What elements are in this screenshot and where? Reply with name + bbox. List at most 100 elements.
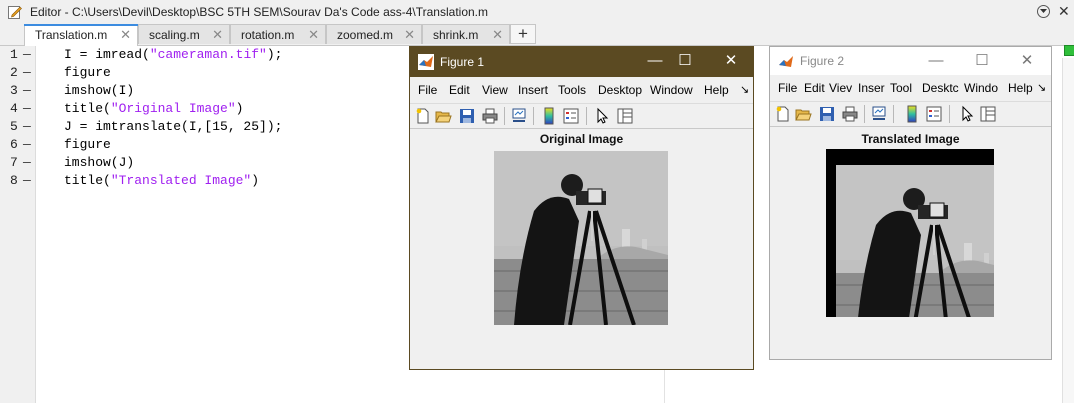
menu-desktop[interactable]: Desktc bbox=[922, 81, 959, 95]
code-analyzer-status-icon[interactable] bbox=[1064, 45, 1074, 56]
tab-scaling[interactable]: scaling.m ✕ bbox=[138, 24, 230, 44]
breakpoint-marker[interactable]: — bbox=[23, 137, 31, 152]
property-inspector-icon[interactable] bbox=[616, 107, 634, 125]
new-figure-icon[interactable] bbox=[774, 105, 792, 123]
maximize-button[interactable]: ☐ bbox=[964, 47, 1000, 75]
menu-view[interactable]: View bbox=[482, 83, 508, 97]
figure-2-title: Figure 2 bbox=[800, 54, 845, 68]
close-button[interactable]: ✕ bbox=[1009, 47, 1045, 75]
figure-2-window[interactable]: Figure 2 — ☐ ✕ File Edit Viev Inser Tool… bbox=[769, 46, 1052, 360]
close-button[interactable]: ✕ bbox=[713, 47, 749, 75]
editor-title: Editor - C:\Users\Devil\Desktop\BSC 5TH … bbox=[30, 5, 488, 19]
translated-image[interactable] bbox=[826, 149, 994, 317]
code-token: figure bbox=[64, 137, 111, 152]
menu-insert[interactable]: Inser bbox=[858, 81, 885, 95]
tab-label: rotation.m bbox=[241, 28, 295, 42]
code-token: ); bbox=[266, 47, 283, 62]
menu-help[interactable]: Help bbox=[1008, 81, 1033, 95]
toolbar-separator bbox=[893, 105, 894, 123]
legend-icon[interactable] bbox=[925, 105, 943, 123]
breakpoint-marker[interactable]: — bbox=[23, 47, 31, 62]
tab-translation[interactable]: Translation.m ✕ bbox=[24, 24, 138, 46]
pointer-icon[interactable] bbox=[593, 107, 611, 125]
figure-1-titlebar[interactable]: Figure 1 — ☐ ✕ bbox=[410, 47, 753, 77]
code-token: title( bbox=[64, 173, 111, 188]
menu-help[interactable]: Help bbox=[704, 83, 729, 97]
toolbar-separator bbox=[533, 107, 534, 125]
link-plot-icon[interactable] bbox=[510, 107, 528, 125]
breakpoint-marker[interactable]: — bbox=[23, 101, 31, 116]
tab-close-icon[interactable]: ✕ bbox=[404, 27, 415, 43]
menu-overflow-icon[interactable]: ↘ bbox=[740, 83, 749, 96]
breakpoint-marker[interactable]: — bbox=[23, 65, 31, 80]
code-token: ) bbox=[251, 173, 260, 188]
code-token: J = imtranslate(I,[15, 25]); bbox=[64, 119, 283, 134]
menu-overflow-icon[interactable]: ↘ bbox=[1037, 81, 1046, 94]
menu-view[interactable]: Viev bbox=[829, 81, 852, 95]
tab-close-icon[interactable]: ✕ bbox=[120, 27, 131, 43]
colorbar-icon[interactable] bbox=[903, 105, 921, 123]
tab-close-icon[interactable]: ✕ bbox=[212, 27, 223, 43]
colorbar-icon[interactable] bbox=[540, 107, 558, 125]
menu-window[interactable]: Window bbox=[650, 83, 693, 97]
menu-file[interactable]: File bbox=[778, 81, 797, 95]
string-literal: "Original Image" bbox=[110, 101, 236, 116]
toolbar-separator bbox=[504, 107, 505, 125]
print-icon[interactable] bbox=[841, 105, 859, 123]
code-text: title("Translated Image") bbox=[64, 173, 259, 188]
code-text: I = imread("cameraman.tif"); bbox=[64, 47, 282, 62]
print-icon[interactable] bbox=[481, 107, 499, 125]
link-plot-icon[interactable] bbox=[870, 105, 888, 123]
figure-2-titlebar[interactable]: Figure 2 — ☐ ✕ bbox=[770, 47, 1051, 75]
matlab-logo-icon bbox=[418, 54, 434, 70]
figure-1-plot-area[interactable]: Original Image bbox=[410, 129, 753, 369]
open-file-icon[interactable] bbox=[794, 105, 812, 123]
tab-shrink[interactable]: shrink.m ✕ bbox=[422, 24, 510, 44]
matlab-logo-icon bbox=[778, 54, 794, 70]
new-figure-icon[interactable] bbox=[414, 107, 432, 125]
line-number: 8 bbox=[10, 173, 18, 188]
figure-1-toolbar bbox=[410, 103, 753, 129]
menu-tools[interactable]: Tool bbox=[890, 81, 912, 95]
code-token: I = imread( bbox=[64, 47, 150, 62]
original-image[interactable] bbox=[494, 151, 668, 325]
minimize-button[interactable]: — bbox=[918, 47, 954, 75]
menu-tools[interactable]: Tools bbox=[558, 83, 586, 97]
line-number: 1 bbox=[10, 47, 18, 62]
maximize-button[interactable]: ☐ bbox=[667, 47, 703, 75]
toolbar-separator bbox=[864, 105, 865, 123]
editor-close-button[interactable]: ✕ bbox=[1058, 3, 1070, 20]
legend-icon[interactable] bbox=[562, 107, 580, 125]
figure-1-window[interactable]: Figure 1 — ☐ ✕ File Edit View Insert Too… bbox=[409, 46, 754, 370]
tab-zoomed[interactable]: zoomed.m ✕ bbox=[326, 24, 422, 44]
code-token: ) bbox=[235, 101, 244, 116]
code-text: imshow(J) bbox=[64, 155, 134, 170]
menu-edit[interactable]: Edit bbox=[449, 83, 470, 97]
file-tabs: Translation.m ✕ scaling.m ✕ rotation.m ✕… bbox=[0, 24, 1074, 46]
figure-2-plot-area[interactable]: Translated Image bbox=[770, 127, 1051, 359]
open-file-icon[interactable] bbox=[434, 107, 452, 125]
save-icon[interactable] bbox=[818, 105, 836, 123]
breakpoint-marker[interactable]: — bbox=[23, 83, 31, 98]
string-literal: "cameraman.tif" bbox=[149, 47, 267, 62]
tab-rotation[interactable]: rotation.m ✕ bbox=[230, 24, 326, 44]
menu-desktop[interactable]: Desktop bbox=[598, 83, 642, 97]
figure-2-toolbar bbox=[770, 101, 1051, 127]
menu-window[interactable]: Windo bbox=[964, 81, 998, 95]
save-icon[interactable] bbox=[458, 107, 476, 125]
menu-file[interactable]: File bbox=[418, 83, 437, 97]
cameraman-photo bbox=[494, 151, 668, 325]
menu-insert[interactable]: Insert bbox=[518, 83, 548, 97]
tab-close-icon[interactable]: ✕ bbox=[308, 27, 319, 43]
breakpoint-marker[interactable]: — bbox=[23, 155, 31, 170]
tab-close-icon[interactable]: ✕ bbox=[492, 27, 503, 43]
pointer-icon[interactable] bbox=[958, 105, 976, 123]
property-inspector-icon[interactable] bbox=[979, 105, 997, 123]
breakpoint-marker[interactable]: — bbox=[23, 173, 31, 188]
editor-actions-button[interactable] bbox=[1037, 5, 1050, 18]
breakpoint-marker[interactable]: — bbox=[23, 119, 31, 134]
vertical-scrollbar[interactable] bbox=[1062, 58, 1074, 403]
toolbar-separator bbox=[586, 107, 587, 125]
add-tab-button[interactable]: + bbox=[510, 24, 536, 44]
menu-edit[interactable]: Edit bbox=[804, 81, 825, 95]
